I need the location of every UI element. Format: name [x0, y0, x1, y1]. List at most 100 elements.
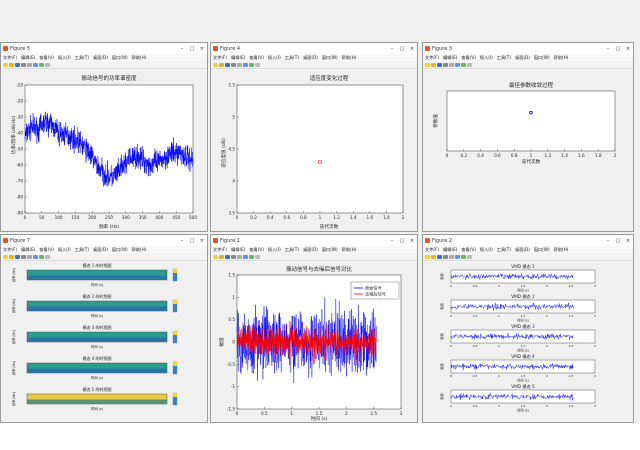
- minimize-icon[interactable]: –: [603, 238, 613, 244]
- menu-edit[interactable]: 编辑(E): [21, 55, 35, 61]
- colorbar-icon[interactable]: [249, 254, 254, 259]
- colorbar-icon[interactable]: [249, 62, 254, 67]
- menu-file[interactable]: 文件(F): [213, 247, 227, 253]
- link-icon[interactable]: [27, 62, 32, 67]
- save-icon[interactable]: [15, 254, 20, 259]
- maximize-icon[interactable]: □: [397, 46, 407, 52]
- dock-icon[interactable]: [243, 62, 248, 67]
- save-icon[interactable]: [15, 62, 20, 67]
- menu-view[interactable]: 查看(V): [249, 247, 264, 253]
- menu-help[interactable]: 帮助(H): [132, 55, 147, 61]
- menu-view[interactable]: 查看(V): [39, 55, 54, 61]
- link-icon[interactable]: [237, 254, 242, 259]
- legend-icon[interactable]: [255, 62, 260, 67]
- minimize-icon[interactable]: –: [387, 238, 397, 244]
- print-icon[interactable]: [21, 62, 26, 67]
- maximize-icon[interactable]: □: [397, 238, 407, 244]
- menu-insert[interactable]: 插入(I): [480, 247, 493, 253]
- menu-file[interactable]: 文件(F): [425, 55, 439, 61]
- open-file-icon[interactable]: [9, 254, 14, 259]
- dock-icon[interactable]: [455, 254, 460, 259]
- close-icon[interactable]: ×: [623, 46, 633, 52]
- open-file-icon[interactable]: [431, 254, 436, 259]
- menu-file[interactable]: 文件(F): [3, 55, 17, 61]
- menu-help[interactable]: 帮助(H): [554, 55, 569, 61]
- figure-window-fitness[interactable]: Figure 4 – □ × 文件(F) 编辑(E) 查看(V) 插入(I) 工…: [210, 42, 418, 232]
- menu-desktop[interactable]: 桌面(D): [303, 247, 318, 253]
- title-bar[interactable]: Figure 3 – □ ×: [423, 43, 633, 54]
- menu-insert[interactable]: 插入(I): [268, 247, 281, 253]
- maximize-icon[interactable]: □: [613, 238, 623, 244]
- new-figure-icon[interactable]: [213, 254, 218, 259]
- link-icon[interactable]: [237, 62, 242, 67]
- dock-icon[interactable]: [33, 254, 38, 259]
- menu-view[interactable]: 查看(V): [461, 55, 476, 61]
- menu-edit[interactable]: 编辑(E): [21, 247, 35, 253]
- legend-icon[interactable]: [467, 62, 472, 67]
- save-icon[interactable]: [437, 254, 442, 259]
- figure-window-vmd[interactable]: Figure 2 – □ × 文件(F) 编辑(E) 查看(V) 插入(I) 工…: [422, 234, 634, 423]
- menu-window[interactable]: 窗口(W): [534, 55, 550, 61]
- figure-window-denoise[interactable]: Figure 1 – □ × 文件(F) 编辑(E) 查看(V) 插入(I) 工…: [210, 234, 418, 423]
- new-figure-icon[interactable]: [425, 62, 430, 67]
- title-bar[interactable]: Figure 7 – □ ×: [1, 235, 207, 246]
- figure-window-psd[interactable]: Figure 5 – □ × 文件(F) 编辑(E) 查看(V) 插入(I) 工…: [0, 42, 208, 232]
- colorbar-icon[interactable]: [461, 254, 466, 259]
- legend-icon[interactable]: [467, 254, 472, 259]
- menu-desktop[interactable]: 桌面(D): [515, 55, 530, 61]
- minimize-icon[interactable]: –: [387, 46, 397, 52]
- save-icon[interactable]: [225, 254, 230, 259]
- menu-help[interactable]: 帮助(H): [342, 55, 357, 61]
- legend-icon[interactable]: [255, 254, 260, 259]
- close-icon[interactable]: ×: [623, 238, 633, 244]
- close-icon[interactable]: ×: [407, 238, 417, 244]
- maximize-icon[interactable]: □: [613, 46, 623, 52]
- title-bar[interactable]: Figure 5 – □ ×: [1, 43, 207, 54]
- minimize-icon[interactable]: –: [603, 46, 613, 52]
- menu-file[interactable]: 文件(F): [213, 55, 227, 61]
- menu-tools[interactable]: 工具(T): [497, 55, 511, 61]
- minimize-icon[interactable]: –: [177, 46, 187, 52]
- new-figure-icon[interactable]: [425, 254, 430, 259]
- menu-help[interactable]: 帮助(H): [554, 247, 569, 253]
- print-icon[interactable]: [21, 254, 26, 259]
- menu-insert[interactable]: 插入(I): [58, 55, 71, 61]
- open-file-icon[interactable]: [9, 62, 14, 67]
- menu-view[interactable]: 查看(V): [461, 247, 476, 253]
- menu-insert[interactable]: 插入(I): [268, 55, 281, 61]
- open-file-icon[interactable]: [219, 62, 224, 67]
- save-icon[interactable]: [437, 62, 442, 67]
- print-icon[interactable]: [443, 254, 448, 259]
- close-icon[interactable]: ×: [407, 46, 417, 52]
- plot-area[interactable]: [236, 84, 404, 214]
- new-figure-icon[interactable]: [3, 62, 8, 67]
- maximize-icon[interactable]: □: [187, 46, 197, 52]
- close-icon[interactable]: ×: [197, 46, 207, 52]
- legend-icon[interactable]: [45, 254, 50, 259]
- dock-icon[interactable]: [33, 62, 38, 67]
- menu-desktop[interactable]: 桌面(D): [93, 55, 108, 61]
- figure-window-params[interactable]: Figure 3 – □ × 文件(F) 编辑(E) 查看(V) 插入(I) 工…: [422, 42, 634, 232]
- figure-window-timefreq[interactable]: Figure 7 – □ × 文件(F) 编辑(E) 查看(V) 插入(I) 工…: [0, 234, 208, 423]
- print-icon[interactable]: [231, 254, 236, 259]
- mode-plot-area[interactable]: [450, 269, 596, 284]
- menu-tools[interactable]: 工具(T): [75, 55, 89, 61]
- colorbar-icon[interactable]: [39, 62, 44, 67]
- mode-plot-area[interactable]: [450, 299, 596, 314]
- dock-icon[interactable]: [243, 254, 248, 259]
- open-file-icon[interactable]: [431, 62, 436, 67]
- menu-window[interactable]: 窗口(W): [322, 247, 338, 253]
- plot-area[interactable]: [446, 90, 616, 152]
- menu-insert[interactable]: 插入(I): [480, 55, 493, 61]
- menu-window[interactable]: 窗口(W): [534, 247, 550, 253]
- menu-desktop[interactable]: 桌面(D): [303, 55, 318, 61]
- print-icon[interactable]: [443, 62, 448, 67]
- menu-help[interactable]: 帮助(H): [132, 247, 147, 253]
- menu-window[interactable]: 窗口(W): [322, 55, 338, 61]
- link-icon[interactable]: [449, 62, 454, 67]
- close-icon[interactable]: ×: [197, 238, 207, 244]
- menu-window[interactable]: 窗口(W): [112, 55, 128, 61]
- link-icon[interactable]: [27, 254, 32, 259]
- title-bar[interactable]: Figure 1 – □ ×: [211, 235, 417, 246]
- menu-file[interactable]: 文件(F): [425, 247, 439, 253]
